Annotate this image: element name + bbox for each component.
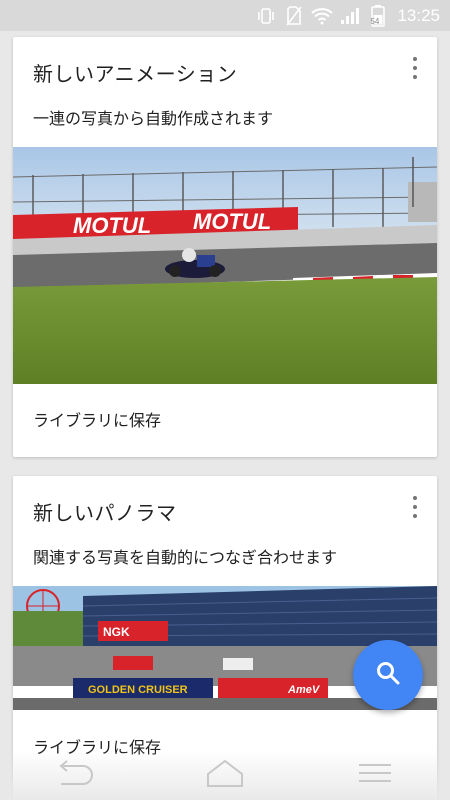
svg-text:MOTUL: MOTUL [73, 213, 151, 238]
no-sim-icon [283, 5, 305, 26]
svg-text:GOLDEN CRUISER: GOLDEN CRUISER [88, 684, 188, 696]
svg-text:AmeV: AmeV [287, 684, 321, 696]
status-bar: 54 13:25 [0, 0, 450, 31]
vibrate-icon [255, 6, 277, 26]
navigation-bar [0, 750, 450, 800]
svg-text:MOTUL: MOTUL [193, 209, 271, 234]
animation-card[interactable]: 新しいアニメーション 一連の写真から自動作成されます MOTUL MOTUL ラ… [13, 37, 437, 457]
clock: 13:25 [397, 5, 440, 25]
recent-apps-button[interactable] [345, 755, 405, 795]
search-fab-button[interactable] [353, 640, 423, 710]
recent-apps-icon [357, 761, 393, 789]
search-icon [375, 660, 401, 690]
home-button[interactable] [195, 755, 255, 795]
card-subtitle: 関連する写真を自動的につなぎ合わせます [33, 548, 338, 567]
back-icon [53, 760, 97, 790]
save-to-library-button[interactable]: ライブラリに保存 [33, 407, 161, 431]
svg-text:NGK: NGK [103, 625, 130, 639]
motorcycle-race-photo[interactable]: MOTUL MOTUL [13, 147, 437, 384]
home-icon [205, 759, 245, 791]
card-subtitle: 一連の写真から自動作成されます [33, 109, 274, 128]
battery-level: 54 [370, 16, 380, 26]
card-title: 新しいアニメーション [33, 62, 238, 86]
signal-icon [339, 6, 361, 26]
card-title: 新しいパノラマ [33, 501, 177, 525]
battery-icon: 54 [367, 4, 389, 27]
more-options-icon[interactable] [405, 57, 425, 79]
wifi-icon [311, 6, 334, 26]
more-options-icon[interactable] [405, 496, 425, 518]
back-button[interactable] [45, 755, 105, 795]
